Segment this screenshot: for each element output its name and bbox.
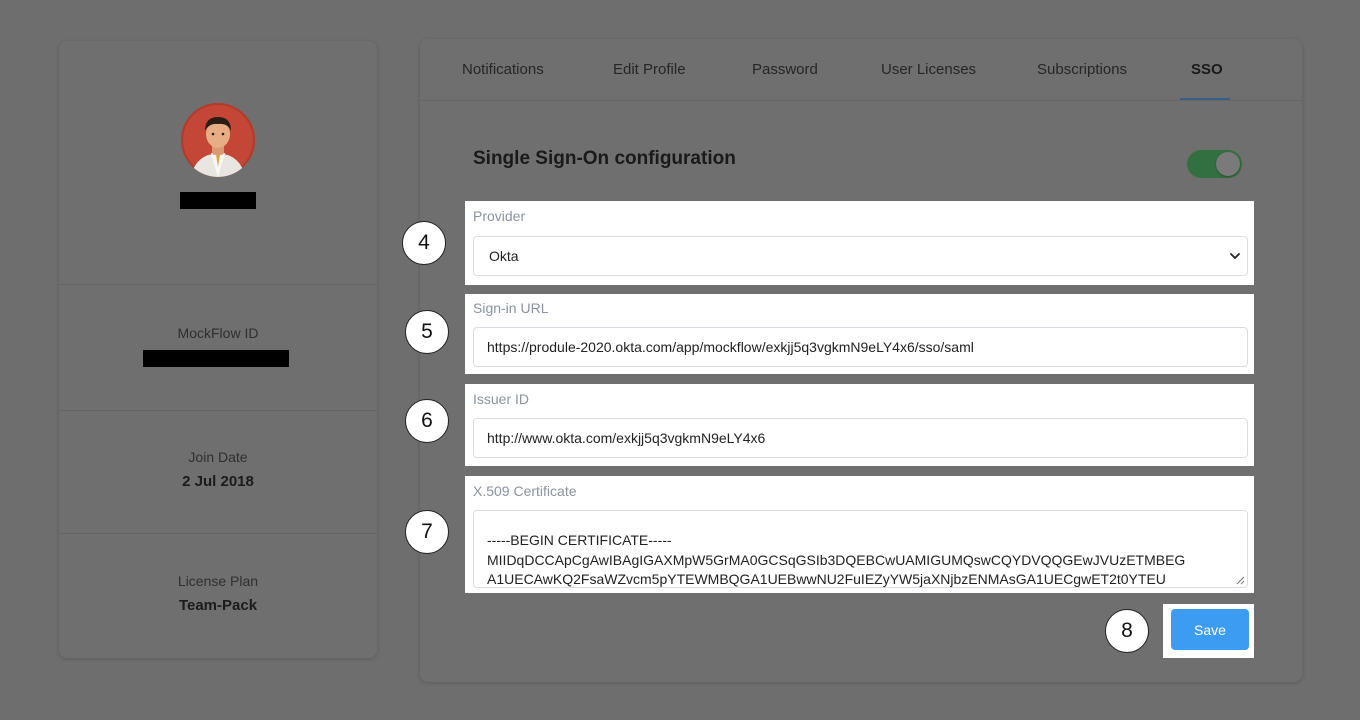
certificate-textarea[interactable]: -----BEGIN CERTIFICATE----- MIIDqDCCApCg… [473,510,1248,588]
signin-url-panel: Sign-in URL https://produle-2020.okta.co… [465,294,1254,374]
step-badge-6: 6 [405,399,449,443]
chevron-down-icon [1230,253,1240,259]
save-button[interactable]: Save [1171,609,1249,650]
divider [59,410,377,411]
certificate-label: X.509 Certificate [473,483,577,499]
signin-url-value: https://produle-2020.okta.com/app/mockfl… [487,339,974,355]
redacted-username [180,192,256,209]
tab-notifications[interactable]: Notifications [462,61,544,78]
profile-card: MockFlow ID Join Date 2 Jul 2018 License… [59,41,377,658]
tab-password[interactable]: Password [752,61,818,78]
divider [59,284,377,285]
tab-sso[interactable]: SSO [1191,61,1223,78]
redacted-mockflow-id [143,350,289,367]
provider-panel: Provider Okta [465,201,1254,285]
sso-title: Single Sign-On configuration [473,148,736,169]
join-date-value: 2 Jul 2018 [182,473,254,490]
join-date-label: Join Date [188,449,248,465]
certificate-panel: X.509 Certificate -----BEGIN CERTIFICATE… [465,476,1254,593]
provider-select-value: Okta [489,248,519,264]
issuer-id-panel: Issuer ID http://www.okta.com/exkjj5q3vg… [465,384,1254,466]
signin-url-input[interactable]: https://produle-2020.okta.com/app/mockfl… [473,327,1248,367]
toggle-knob [1216,152,1240,176]
provider-label: Provider [473,208,526,224]
issuer-id-label: Issuer ID [473,391,530,407]
signin-url-label: Sign-in URL [473,300,549,316]
tab-edit-profile[interactable]: Edit Profile [613,61,686,78]
tab-user-licenses[interactable]: User Licenses [881,61,976,78]
certificate-value: -----BEGIN CERTIFICATE----- MIIDqDCCApCg… [487,532,1186,587]
avatar [181,103,255,177]
active-tab-indicator [1180,98,1230,100]
provider-select[interactable]: Okta [473,236,1248,276]
issuer-id-input[interactable]: http://www.okta.com/exkjj5q3vgkmN9eLY4x6 [473,418,1248,458]
resize-handle-icon[interactable] [1235,575,1245,585]
issuer-id-value: http://www.okta.com/exkjj5q3vgkmN9eLY4x6 [487,430,766,446]
license-plan-label: License Plan [177,573,259,589]
step-badge-5: 5 [405,310,449,354]
tab-subscriptions[interactable]: Subscriptions [1037,61,1127,78]
step-badge-4: 4 [402,221,446,265]
license-plan-value: Team-Pack [178,597,258,614]
sso-enabled-toggle[interactable] [1187,150,1242,178]
divider [59,533,377,534]
settings-tabs: Notifications Edit Profile Password User… [420,39,1302,101]
user-avatar-icon [181,103,255,177]
step-badge-7: 7 [405,510,449,554]
mockflow-id-label: MockFlow ID [177,325,259,341]
save-panel: Save [1163,604,1254,658]
step-badge-8: 8 [1105,609,1149,653]
